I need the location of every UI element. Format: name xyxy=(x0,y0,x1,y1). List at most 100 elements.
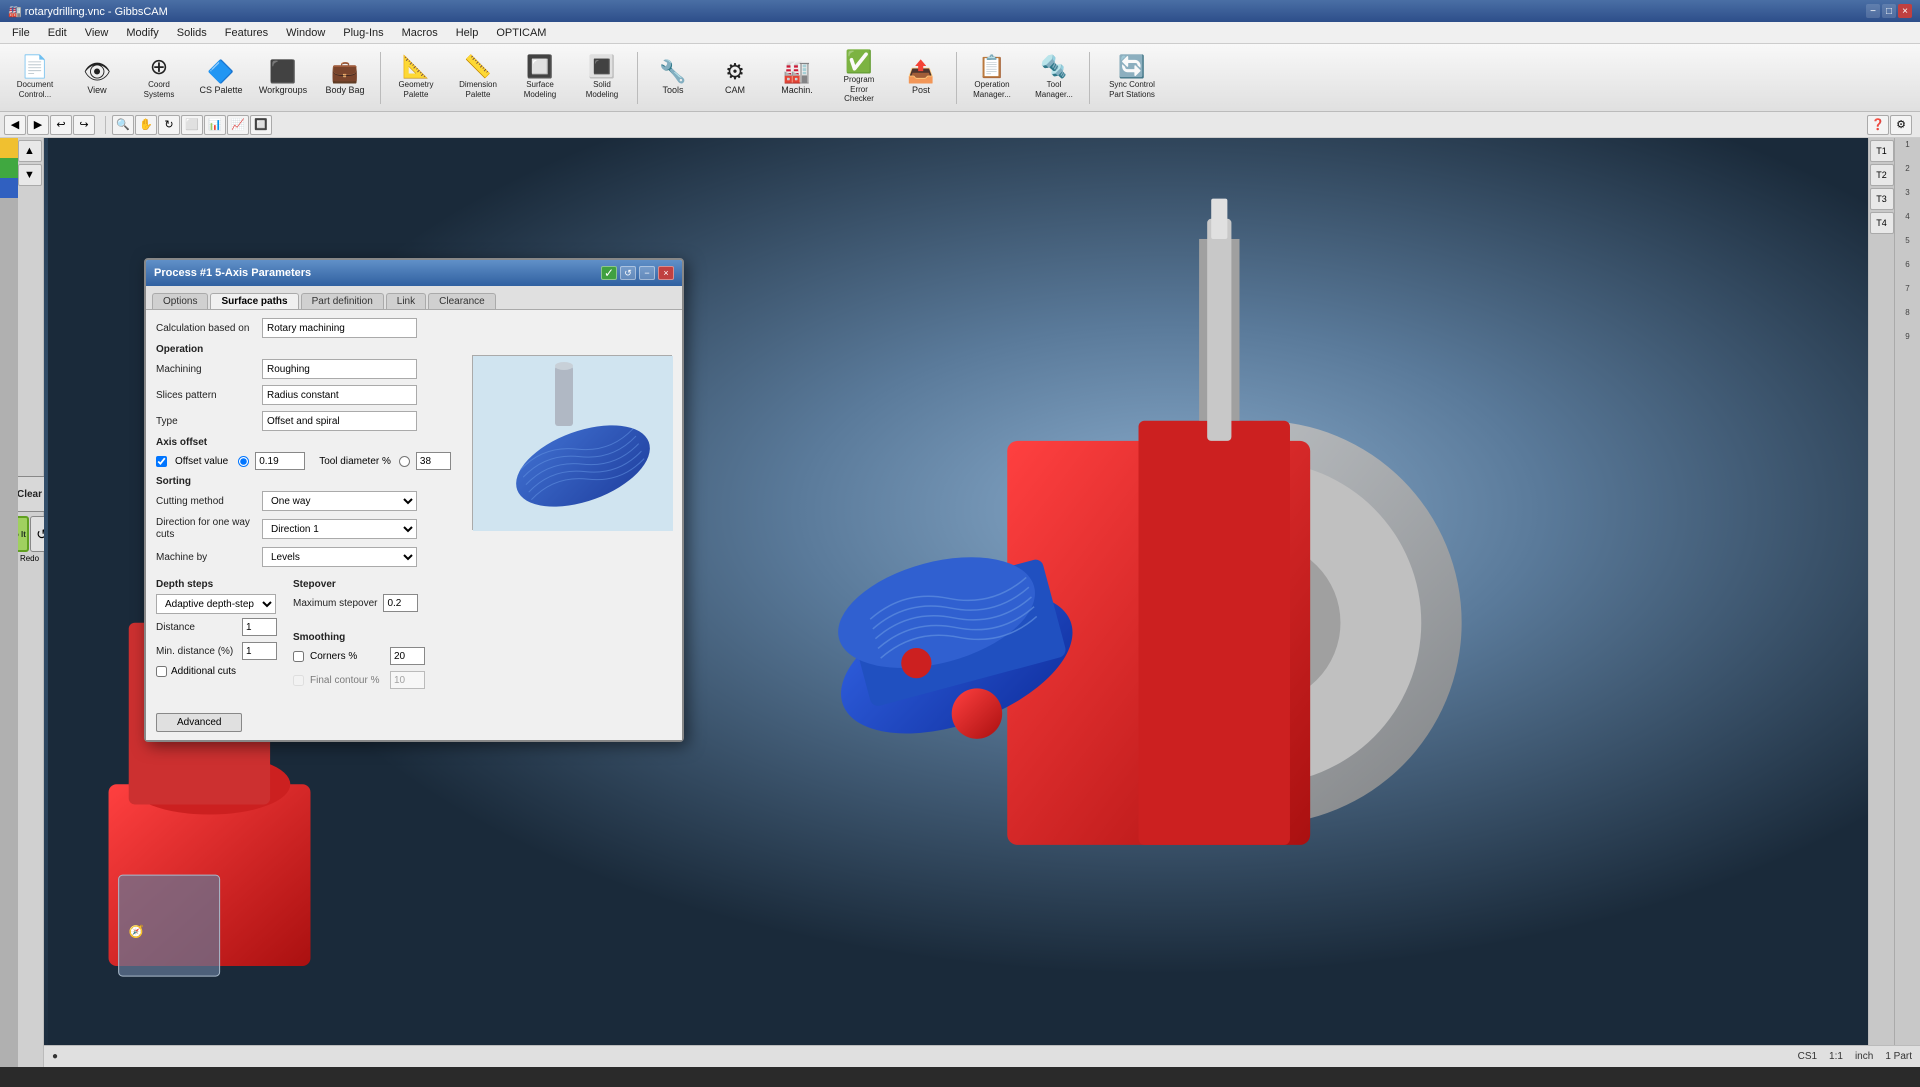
left-tools-panel: ▲ ▼ Clear Do It ↺ Redo xyxy=(16,138,44,1067)
solid-modeling-button[interactable]: 🔳 SolidModeling xyxy=(573,48,631,108)
max-stepover-label: Maximum stepover xyxy=(293,598,377,609)
workgroups-button[interactable]: ⬛ Workgroups xyxy=(254,48,312,108)
tb2-shading-button[interactable]: 🔲 xyxy=(250,115,272,135)
tb2-view2-button[interactable]: 📊 xyxy=(204,115,226,135)
machine-by-select[interactable]: Levels xyxy=(262,547,417,567)
tb2-zoom-button[interactable]: 🔍 xyxy=(112,115,134,135)
document-control-button[interactable]: 📄 DocumentControl... xyxy=(6,48,64,108)
slices-pattern-label: Slices pattern xyxy=(156,390,256,401)
machin-button[interactable]: 🏭 Machin. xyxy=(768,48,826,108)
titlebar-controls[interactable]: − □ × xyxy=(1866,4,1912,18)
distance-input[interactable] xyxy=(242,618,277,636)
body-bag-button[interactable]: 💼 Body Bag xyxy=(316,48,374,108)
tb2-settings-button[interactable]: ⚙ xyxy=(1890,115,1912,135)
sync-control-button[interactable]: 🔄 Sync Control Part Stations xyxy=(1096,48,1168,108)
right-tool-3[interactable]: T3 xyxy=(1870,188,1894,210)
cutting-method-select[interactable]: One way xyxy=(262,491,417,511)
offset-value-checkbox[interactable] xyxy=(156,456,167,467)
max-stepover-input[interactable] xyxy=(383,594,418,612)
maximize-button[interactable]: □ xyxy=(1882,4,1896,18)
corners-input[interactable] xyxy=(390,647,425,665)
tb2-redo-button[interactable]: ↪ xyxy=(73,115,95,135)
slices-pattern-select[interactable]: Radius constant xyxy=(262,385,417,405)
right-ruler-4: 4 xyxy=(1905,212,1909,236)
geometry-palette-button[interactable]: 📐 GeometryPalette xyxy=(387,48,445,108)
secondary-toolbar: ◀ ▶ ↩ ↪ 🔍 ✋ ↻ ⬜ 📊 📈 🔲 ❓ ⚙ xyxy=(0,112,1920,138)
type-select[interactable]: Offset and spiral xyxy=(262,411,417,431)
tool-arrow-down[interactable]: ▼ xyxy=(18,164,42,186)
coord-systems-button[interactable]: ⊕ CoordSystems xyxy=(130,48,188,108)
tb2-rotate-button[interactable]: ↻ xyxy=(158,115,180,135)
tb2-back-button[interactable]: ◀ xyxy=(4,115,26,135)
menu-features[interactable]: Features xyxy=(217,25,276,41)
menu-file[interactable]: File xyxy=(4,25,38,41)
cam-button[interactable]: ⚙ CAM xyxy=(706,48,764,108)
offset-radio[interactable] xyxy=(238,456,249,467)
menu-macros[interactable]: Macros xyxy=(394,25,446,41)
view-button[interactable]: 👁 View xyxy=(68,48,126,108)
menu-opticam[interactable]: OPTICAM xyxy=(488,25,554,41)
program-error-checker-icon: ✅ xyxy=(845,51,872,73)
dialog-ok-button[interactable]: ✓ xyxy=(601,266,617,280)
dialog-controls[interactable]: ✓ ↺ − × xyxy=(601,266,674,280)
tab-link[interactable]: Link xyxy=(386,293,426,309)
status-indicator: ● xyxy=(52,1051,58,1062)
tb2-group-left: ◀ ▶ ↩ ↪ xyxy=(4,115,95,135)
menu-solids[interactable]: Solids xyxy=(169,25,215,41)
color-chip-green[interactable] xyxy=(0,158,18,178)
program-error-checker-button[interactable]: ✅ ProgramError Checker xyxy=(830,48,888,108)
machining-select[interactable]: Roughing xyxy=(262,359,417,379)
dimension-palette-button[interactable]: 📏 DimensionPalette xyxy=(449,48,507,108)
operation-manager-button[interactable]: 📋 OperationManager... xyxy=(963,48,1021,108)
tool-diameter-radio[interactable] xyxy=(399,456,410,467)
tb2-forward-button[interactable]: ▶ xyxy=(27,115,49,135)
operation-section-title: Operation xyxy=(156,344,672,355)
menu-window[interactable]: Window xyxy=(278,25,333,41)
menu-view[interactable]: View xyxy=(77,25,117,41)
additional-cuts-checkbox[interactable] xyxy=(156,666,167,677)
tab-part-definition[interactable]: Part definition xyxy=(301,293,384,309)
dialog-close-button[interactable]: × xyxy=(658,266,674,280)
tool-arrow-up[interactable]: ▲ xyxy=(18,140,42,162)
cs-palette-button[interactable]: 🔷 CS Palette xyxy=(192,48,250,108)
calculation-select[interactable]: Rotary machining xyxy=(262,318,417,338)
advanced-button[interactable]: Advanced xyxy=(156,713,242,732)
final-contour-input xyxy=(390,671,425,689)
solid-modeling-label: SolidModeling xyxy=(586,80,618,99)
surface-modeling-button[interactable]: 🔲 SurfaceModeling xyxy=(511,48,569,108)
right-tool-1[interactable]: T1 xyxy=(1870,140,1894,162)
tool-manager-button[interactable]: 🔩 ToolManager... xyxy=(1025,48,1083,108)
color-chip-blue[interactable] xyxy=(0,178,18,198)
tb2-view1-button[interactable]: ⬜ xyxy=(181,115,203,135)
tab-surface-paths[interactable]: Surface paths xyxy=(210,293,298,309)
close-button[interactable]: × xyxy=(1898,4,1912,18)
offset-value-input[interactable] xyxy=(255,452,305,470)
tb2-help-button[interactable]: ❓ xyxy=(1867,115,1889,135)
dialog-titlebar: Process #1 5-Axis Parameters ✓ ↺ − × xyxy=(146,260,682,286)
menu-modify[interactable]: Modify xyxy=(118,25,166,41)
tb2-undo-button[interactable]: ↩ xyxy=(50,115,72,135)
tools-button[interactable]: 🔧 Tools xyxy=(644,48,702,108)
dialog-minimize-button[interactable]: − xyxy=(639,266,655,280)
min-distance-row: Min. distance (%) xyxy=(156,642,277,660)
corners-checkbox[interactable] xyxy=(293,651,304,662)
tab-clearance[interactable]: Clearance xyxy=(428,293,496,309)
depth-step-select[interactable]: Adaptive depth-step xyxy=(156,594,276,614)
min-distance-input[interactable] xyxy=(242,642,277,660)
menu-plugins[interactable]: Plug-Ins xyxy=(335,25,391,41)
minimize-button[interactable]: − xyxy=(1866,4,1880,18)
tb2-view3-button[interactable]: 📈 xyxy=(227,115,249,135)
right-tool-2[interactable]: T2 xyxy=(1870,164,1894,186)
advanced-btn-area: Advanced xyxy=(156,705,672,732)
menu-help[interactable]: Help xyxy=(448,25,487,41)
post-button[interactable]: 📤 Post xyxy=(892,48,950,108)
tool-diameter-input[interactable] xyxy=(416,452,451,470)
tab-options[interactable]: Options xyxy=(152,293,208,309)
menu-edit[interactable]: Edit xyxy=(40,25,75,41)
color-chip-yellow[interactable] xyxy=(0,138,18,158)
dialog-reset-button[interactable]: ↺ xyxy=(620,266,636,280)
sync-control-label: Sync Control Part Stations xyxy=(1101,80,1163,99)
direction-select[interactable]: Direction 1 xyxy=(262,519,417,539)
tb2-pan-button[interactable]: ✋ xyxy=(135,115,157,135)
right-tool-4[interactable]: T4 xyxy=(1870,212,1894,234)
